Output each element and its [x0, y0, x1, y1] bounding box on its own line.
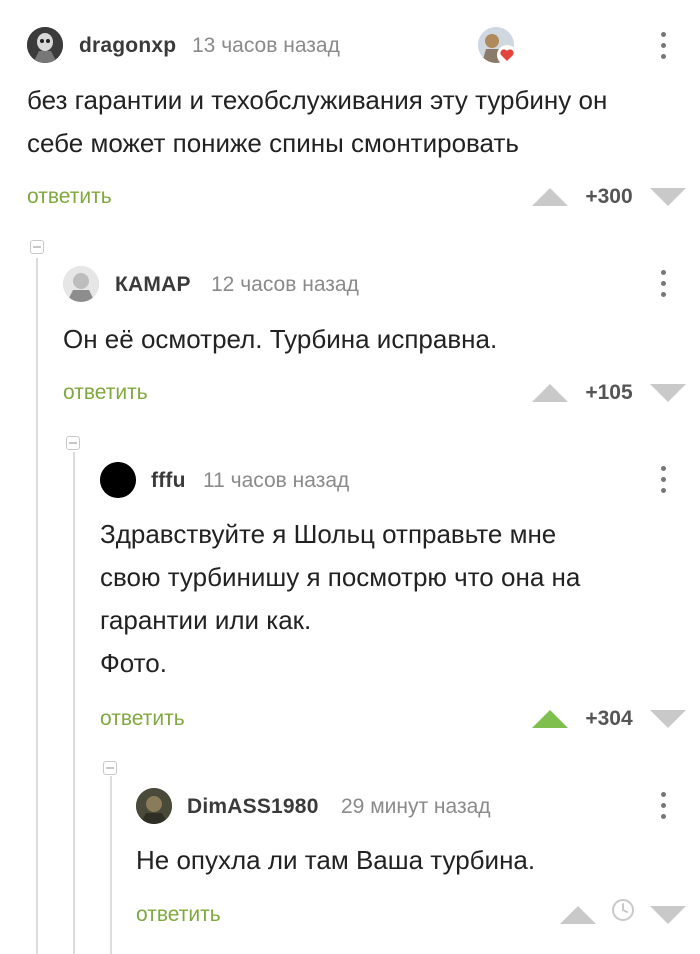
downvote-icon[interactable]: [650, 906, 686, 924]
comment-time: 13 часов назад: [192, 34, 340, 57]
comment-time: 29 минут назад: [341, 795, 491, 818]
avatar-image: [136, 788, 172, 824]
comment-author[interactable]: dragonxp: [79, 34, 176, 58]
reply-button[interactable]: ответить: [100, 707, 185, 731]
avatar-image: [63, 266, 99, 302]
comment: DimASS1980 29 минут назад Не опухла ли т…: [0, 782, 700, 954]
more-options-icon[interactable]: [659, 466, 667, 494]
collapse-icon[interactable]: [66, 436, 80, 450]
upvote-icon[interactable]: [532, 188, 568, 206]
comment-score: +105: [585, 381, 633, 404]
avatar-image: [100, 462, 136, 498]
downvote-icon[interactable]: [650, 188, 686, 206]
comment: fffu 11 часов назад Здравствуйте я Шольц…: [0, 456, 700, 756]
more-options-icon[interactable]: [659, 270, 667, 298]
avatar[interactable]: [63, 266, 99, 302]
collapse-icon[interactable]: [103, 761, 117, 775]
comment-score: +304: [585, 707, 633, 730]
comment-author[interactable]: fffu: [151, 469, 186, 493]
comment-author[interactable]: DimASS1980: [187, 795, 319, 819]
collapse-icon[interactable]: [30, 240, 44, 254]
comment: dragonxp 13 часов назад без гарантии и т…: [0, 0, 700, 230]
avatar[interactable]: [136, 788, 172, 824]
comment-text: Не опухла ли там Ваша турбина.: [136, 845, 536, 875]
reply-button[interactable]: ответить: [136, 903, 221, 927]
upvote-icon[interactable]: [532, 710, 568, 728]
comment-author[interactable]: КАМАР: [115, 273, 191, 297]
clock-icon: [612, 899, 634, 921]
heart-badge-icon: [497, 45, 517, 65]
avatar[interactable]: [27, 27, 63, 63]
comment-text: Он её осмотрел. Турбина исправна.: [63, 324, 498, 354]
comment-time: 12 часов назад: [211, 273, 359, 296]
downvote-icon[interactable]: [650, 710, 686, 728]
avatar-image: [27, 27, 63, 63]
avatar[interactable]: [100, 462, 136, 498]
comment: КАМАР 12 часов назад Он её осмотрел. Тур…: [0, 260, 700, 430]
comment-text: без гарантии и техобслуживания эту турби…: [27, 85, 608, 158]
reply-button[interactable]: ответить: [27, 185, 112, 209]
upvote-icon[interactable]: [560, 906, 596, 924]
upvote-icon[interactable]: [532, 384, 568, 402]
comment-score: +300: [585, 185, 633, 208]
more-options-icon[interactable]: [659, 32, 667, 60]
reply-button[interactable]: ответить: [63, 381, 148, 405]
more-options-icon[interactable]: [659, 792, 667, 820]
comment-text: Здравствуйте я Шольц отправьте мне свою …: [100, 519, 581, 678]
comment-time: 11 часов назад: [203, 469, 350, 492]
downvote-icon[interactable]: [650, 384, 686, 402]
